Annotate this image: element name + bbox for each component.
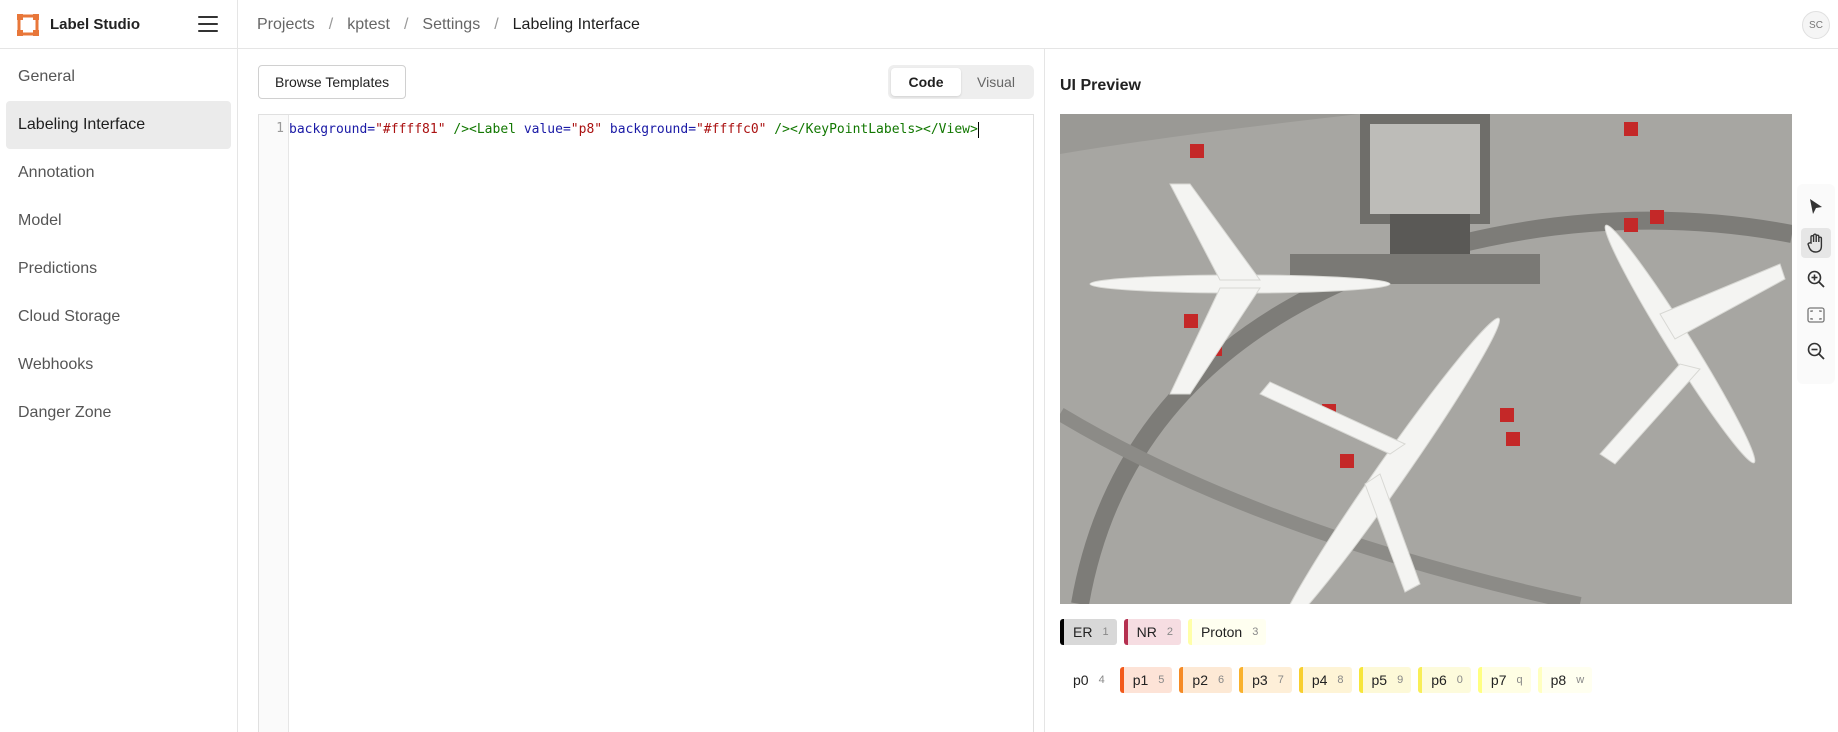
- code-token: /></KeyPointLabels></View>: [766, 122, 978, 137]
- sidebar-item-predictions[interactable]: Predictions: [6, 245, 231, 293]
- label-name: NR: [1136, 624, 1157, 640]
- label-p5[interactable]: p5 9: [1358, 667, 1412, 693]
- top-bar: Label Studio Projects / kptest / Setting…: [0, 0, 1838, 49]
- sidebar-item-model[interactable]: Model: [6, 197, 231, 245]
- label-p1[interactable]: p1 5: [1119, 667, 1173, 693]
- zoom-in-icon[interactable]: [1801, 264, 1831, 294]
- label-name: p0: [1073, 672, 1089, 688]
- sidebar-item-danger-zone[interactable]: Danger Zone: [6, 389, 231, 437]
- sidebar-item-webhooks[interactable]: Webhooks: [6, 341, 231, 389]
- label-nr[interactable]: NR 2: [1123, 619, 1181, 645]
- label-p4[interactable]: p4 8: [1298, 667, 1352, 693]
- code-token: background=: [289, 122, 376, 137]
- breadcrumb-project[interactable]: kptest: [347, 16, 390, 34]
- code-token: "#ffff81": [375, 122, 446, 137]
- preview-toolbar: [1797, 184, 1835, 384]
- label-hotkey: 6: [1217, 674, 1225, 686]
- avatar[interactable]: SC: [1802, 11, 1830, 39]
- breadcrumb-separator: /: [403, 15, 409, 33]
- code-token: "p8": [570, 122, 603, 137]
- zoom-out-icon[interactable]: [1801, 336, 1831, 366]
- browse-templates-button[interactable]: Browse Templates: [258, 65, 407, 99]
- label-hotkey: 4: [1098, 674, 1105, 686]
- fit-screen-icon[interactable]: [1801, 300, 1831, 330]
- code-token: /><Label: [445, 122, 524, 137]
- label-hotkey: w: [1576, 674, 1585, 686]
- label-name: p8: [1550, 672, 1567, 688]
- sidebar-item-general[interactable]: General: [6, 53, 231, 101]
- sidebar-item-labeling-interface[interactable]: Labeling Interface: [6, 101, 231, 149]
- preview-title: UI Preview: [1060, 77, 1141, 94]
- label-group-1: ER 1 NR 2 Proton 3: [1060, 619, 1273, 645]
- label-p8[interactable]: p8 w: [1537, 667, 1593, 693]
- label-name: ER: [1073, 624, 1093, 640]
- airport-aerial-image: [1060, 114, 1792, 604]
- breadcrumb-separator: /: [328, 15, 334, 33]
- label-p6[interactable]: p6 0: [1418, 667, 1471, 693]
- ui-preview-panel: UI Preview ER 1 NR 2 Proton 3 p0 4 p1 5 …: [1044, 49, 1838, 732]
- menu-toggle-icon[interactable]: [198, 16, 218, 32]
- code-line[interactable]: background="#ffff81" /><Label value="p8"…: [289, 121, 979, 139]
- label-name: Proton: [1200, 624, 1243, 640]
- breadcrumb-settings[interactable]: Settings: [422, 16, 480, 34]
- breadcrumb-projects[interactable]: Projects: [257, 16, 315, 34]
- line-number: 1: [276, 121, 284, 136]
- sidebar-item-annotation[interactable]: Annotation: [6, 149, 231, 197]
- label-name: p7: [1490, 672, 1507, 688]
- label-hotkey: 1: [1102, 626, 1109, 638]
- preview-image[interactable]: [1060, 114, 1792, 604]
- label-hotkey: 5: [1158, 674, 1165, 686]
- label-name: p2: [1192, 672, 1208, 688]
- label-name: p6: [1431, 672, 1447, 688]
- app-name: Label Studio: [50, 16, 140, 33]
- label-group-2: p0 4 p1 5 p2 6 p3 7 p4 8 p5 9 p6 0 p7 q p8 w: [1060, 667, 1599, 693]
- line-gutter: 1: [259, 115, 289, 732]
- code-token: value=: [523, 122, 571, 137]
- settings-sidebar: General Labeling Interface Annotation Mo…: [0, 49, 238, 732]
- label-hotkey: 7: [1277, 674, 1284, 686]
- breadcrumb-current: Labeling Interface: [512, 15, 640, 33]
- pointer-icon[interactable]: [1801, 192, 1831, 222]
- config-editor-panel: Browse Templates Code Visual 1 backgroun…: [238, 49, 1044, 732]
- text-cursor: [977, 121, 979, 138]
- label-hotkey: 3: [1252, 626, 1259, 638]
- label-p0[interactable]: p0 4: [1060, 667, 1113, 693]
- label-studio-logo-icon: [16, 13, 40, 37]
- label-hotkey: 2: [1166, 626, 1173, 638]
- code-editor[interactable]: 1 background="#ffff81" /><Label value="p…: [258, 114, 1034, 732]
- label-hotkey: 8: [1337, 674, 1344, 686]
- label-hotkey: 9: [1397, 674, 1404, 686]
- code-token: "#ffffc0": [696, 122, 767, 137]
- label-proton[interactable]: Proton 3: [1187, 619, 1267, 645]
- tab-code[interactable]: Code: [891, 68, 961, 96]
- label-hotkey: 0: [1456, 674, 1463, 686]
- label-p3[interactable]: p3 7: [1239, 667, 1292, 693]
- label-name: p4: [1311, 672, 1328, 688]
- label-p7[interactable]: p7 q: [1477, 667, 1531, 693]
- sidebar-item-cloud-storage[interactable]: Cloud Storage: [6, 293, 231, 341]
- breadcrumb-separator: /: [494, 15, 499, 33]
- hand-pan-icon[interactable]: [1801, 228, 1831, 258]
- label-name: p3: [1252, 672, 1268, 688]
- label-p2[interactable]: p2 6: [1179, 667, 1233, 693]
- tab-visual[interactable]: Visual: [961, 68, 1031, 96]
- label-hotkey: q: [1516, 674, 1523, 686]
- label-name: p1: [1132, 672, 1149, 688]
- code-token: background=: [602, 122, 697, 137]
- breadcrumb: Projects / kptest / Settings / Labeling …: [257, 0, 640, 49]
- label-er[interactable]: ER 1: [1060, 619, 1117, 645]
- editor-mode-toggle: Code Visual: [888, 65, 1034, 99]
- label-name: p5: [1371, 672, 1388, 688]
